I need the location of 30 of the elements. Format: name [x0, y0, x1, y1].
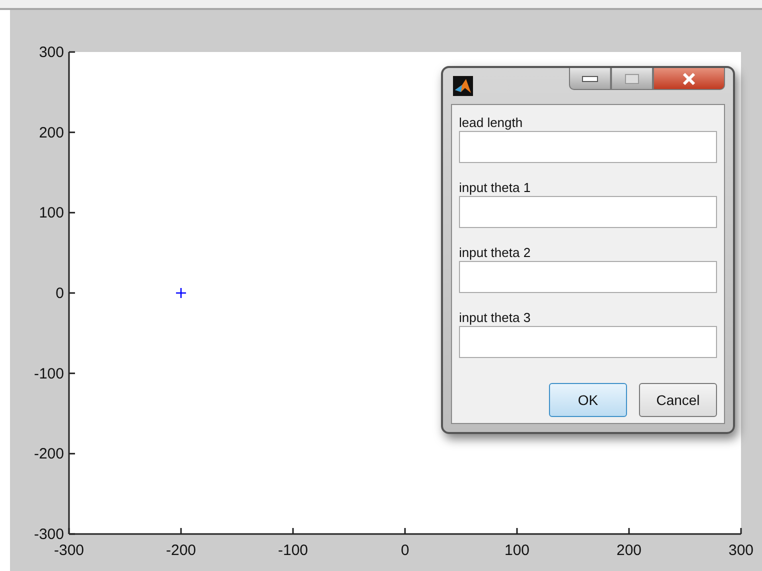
input-field[interactable]	[459, 261, 717, 293]
field-label: lead length	[459, 115, 524, 131]
x-tick-label: -100	[278, 542, 308, 559]
input-field[interactable]	[459, 326, 717, 358]
field-label: input theta 1	[459, 180, 532, 196]
app-icon	[453, 76, 473, 96]
dialog-button[interactable]: Cancel	[639, 383, 717, 417]
y-tick-label: 300	[38, 44, 64, 61]
y-tick-label: -200	[34, 446, 64, 463]
dialog-button[interactable]: OK	[549, 383, 627, 417]
y-tick-label: 200	[38, 124, 64, 142]
plus-marker	[175, 287, 187, 299]
y-tick-label: 100	[38, 204, 64, 222]
x-tick-label: -300	[54, 542, 84, 559]
input-field[interactable]	[459, 131, 717, 163]
x-tick-label: 300	[728, 542, 754, 559]
field-label: input theta 2	[459, 245, 532, 261]
input-field[interactable]	[459, 196, 717, 228]
x-tick-label: 0	[400, 542, 410, 559]
x-tick-label: -200	[166, 542, 196, 559]
y-tick-label: 0	[56, 285, 64, 302]
maximize-button[interactable]	[611, 68, 653, 90]
x-tick-label: 100	[504, 542, 530, 559]
close-button[interactable]	[653, 68, 725, 90]
x-tick-label: 200	[616, 542, 642, 559]
field-label: input theta 3	[459, 310, 532, 326]
y-tick-label: -100	[34, 365, 64, 382]
y-tick-label: -300	[34, 526, 64, 543]
minimize-button[interactable]	[569, 68, 611, 90]
close-icon	[682, 72, 696, 84]
